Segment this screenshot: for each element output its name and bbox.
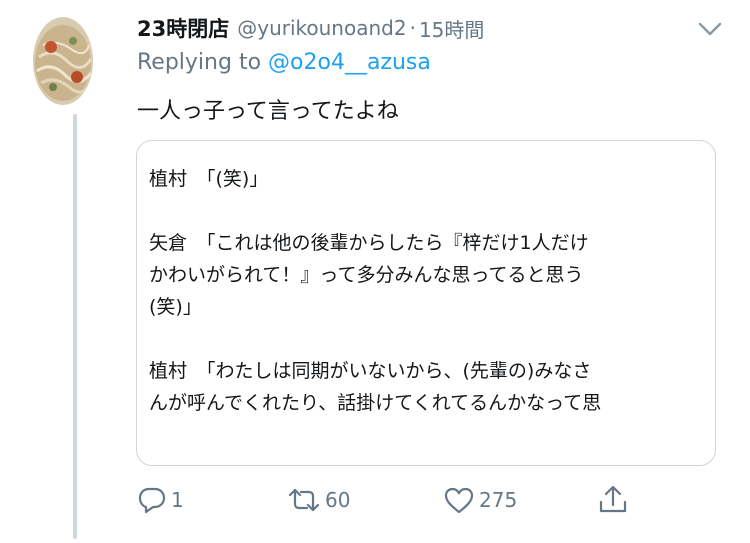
separator-dot: · — [409, 16, 416, 40]
replying-to-mention[interactable]: @o2o4__azusa — [268, 50, 431, 75]
like-count: 275 — [479, 488, 518, 512]
quote-line — [149, 323, 701, 355]
quote-line: (笑)」 — [149, 296, 202, 318]
retweet-icon — [288, 488, 320, 512]
avatar-image — [33, 17, 93, 105]
quote-line: んが呼んでくれたり、話掛けてくれてるんかなって思 — [149, 392, 602, 414]
tweet-text: 一人っ子って言ってたよね — [137, 99, 399, 124]
thread-line — [73, 114, 77, 539]
reply-icon — [138, 487, 166, 514]
quote-line: かわいがられて！』って多分みんな思ってると思う — [149, 264, 584, 286]
quote-line: 植村 「(笑)」 — [149, 168, 269, 190]
retweet-button[interactable]: 60 — [287, 482, 350, 518]
replying-to-label: Replying to — [137, 50, 262, 75]
timestamp[interactable]: 15時間 — [419, 14, 484, 43]
quote-card[interactable]: 植村 「(笑)」 矢倉 「これは他の後輩からしたら『梓だけ1人だけ かわいがられ… — [136, 140, 716, 466]
quote-line: 植村 「わたしは同期がいないから、(先輩の)みなさ — [149, 360, 592, 382]
reply-button[interactable]: 1 — [137, 482, 184, 518]
quote-line: 矢倉 「これは他の後輩からしたら『梓だけ1人だけ — [149, 232, 589, 254]
replying-to: Replying to @o2o4__azusa — [137, 50, 431, 75]
more-options-button[interactable] — [697, 20, 723, 38]
quote-line — [149, 195, 701, 227]
avatar[interactable] — [33, 17, 93, 105]
reply-count: 1 — [171, 488, 184, 512]
user-handle[interactable]: @yurikounoand2 — [237, 16, 406, 40]
retweet-count: 60 — [325, 488, 351, 512]
display-name[interactable]: 23時閉店 — [137, 13, 229, 43]
like-button[interactable]: 275 — [443, 482, 517, 518]
action-bar: 1 60 275 — [137, 482, 637, 518]
like-icon — [444, 487, 474, 514]
tweet-header: 23時閉店 @yurikounoand2 · 15時間 — [137, 12, 484, 44]
chevron-down-icon — [698, 22, 722, 36]
share-button[interactable] — [597, 482, 629, 518]
share-icon — [599, 485, 627, 513]
quote-card-text: 植村 「(笑)」 矢倉 「これは他の後輩からしたら『梓だけ1人だけ かわいがられ… — [149, 163, 701, 419]
